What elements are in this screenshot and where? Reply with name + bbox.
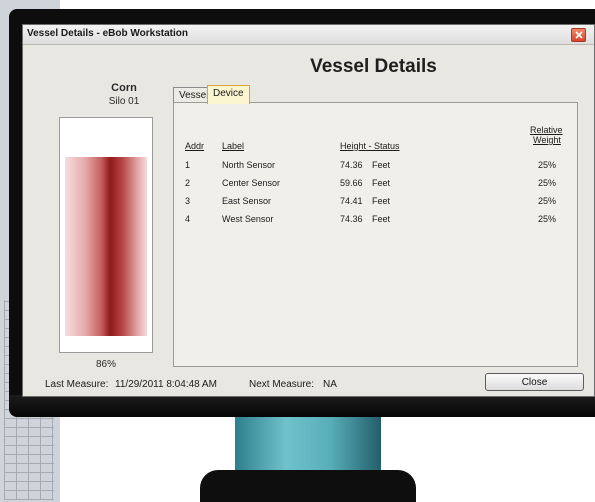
row-4-label: West Sensor: [222, 214, 274, 224]
silo-level-graphic: [59, 117, 153, 353]
row-1-height: 74.36: [340, 160, 363, 170]
last-measure-label: Last Measure:: [45, 379, 109, 390]
row-1-unit: Feet: [372, 160, 391, 170]
next-measure-label: Next Measure:: [249, 379, 315, 390]
close-button[interactable]: Close: [485, 373, 584, 391]
row-2-unit: Feet: [372, 178, 391, 188]
next-measure-value: NA: [323, 379, 337, 390]
column-header-addr: Addr: [185, 141, 205, 151]
tab-device[interactable]: Device: [207, 85, 250, 104]
window-title: Vessel Details - eBob Workstation: [27, 28, 188, 39]
row-2-weight: 25%: [538, 178, 557, 188]
silo-product: Corn: [111, 82, 137, 94]
column-header-label: Label: [222, 141, 245, 151]
close-icon[interactable]: [571, 28, 586, 42]
row-2-label: Center Sensor: [222, 178, 281, 188]
page-title: Vessel Details: [310, 56, 437, 77]
row-3-label: East Sensor: [222, 196, 272, 206]
title-bar: Vessel Details - eBob Workstation: [23, 25, 594, 45]
row-1-addr: 1: [185, 160, 191, 170]
device-tab-panel: Addr Label Height - Status Relative Weig…: [173, 102, 578, 367]
column-header-weight-line2: Weight: [533, 135, 561, 145]
row-1-weight: 25%: [538, 160, 557, 170]
row-2-addr: 2: [185, 178, 191, 188]
monitor-chin: [9, 395, 595, 417]
silo-fill-bar: [65, 157, 147, 336]
row-2-height: 59.66: [340, 178, 363, 188]
row-4-weight: 25%: [538, 214, 557, 224]
row-3-unit: Feet: [372, 196, 391, 206]
row-4-unit: Feet: [372, 214, 391, 224]
column-header-weight-line1: Relative: [530, 125, 563, 135]
row-3-weight: 25%: [538, 196, 557, 206]
last-measure-value: 11/29/2011 8:04:48 AM: [115, 379, 217, 390]
silo-name: Silo 01: [108, 96, 140, 107]
row-1-label: North Sensor: [222, 160, 276, 170]
silo-fill-percent: 86%: [95, 359, 116, 370]
row-3-height: 74.41: [340, 196, 363, 206]
vessel-details-window: Vessel Details - eBob Workstation Vessel…: [22, 24, 595, 397]
monitor-stand-neck: [235, 417, 381, 477]
column-header-height: Height - Status: [340, 141, 400, 151]
row-4-height: 74.36: [340, 214, 363, 224]
monitor-stand-base: [200, 470, 416, 502]
row-4-addr: 4: [185, 214, 191, 224]
row-3-addr: 3: [185, 196, 191, 206]
